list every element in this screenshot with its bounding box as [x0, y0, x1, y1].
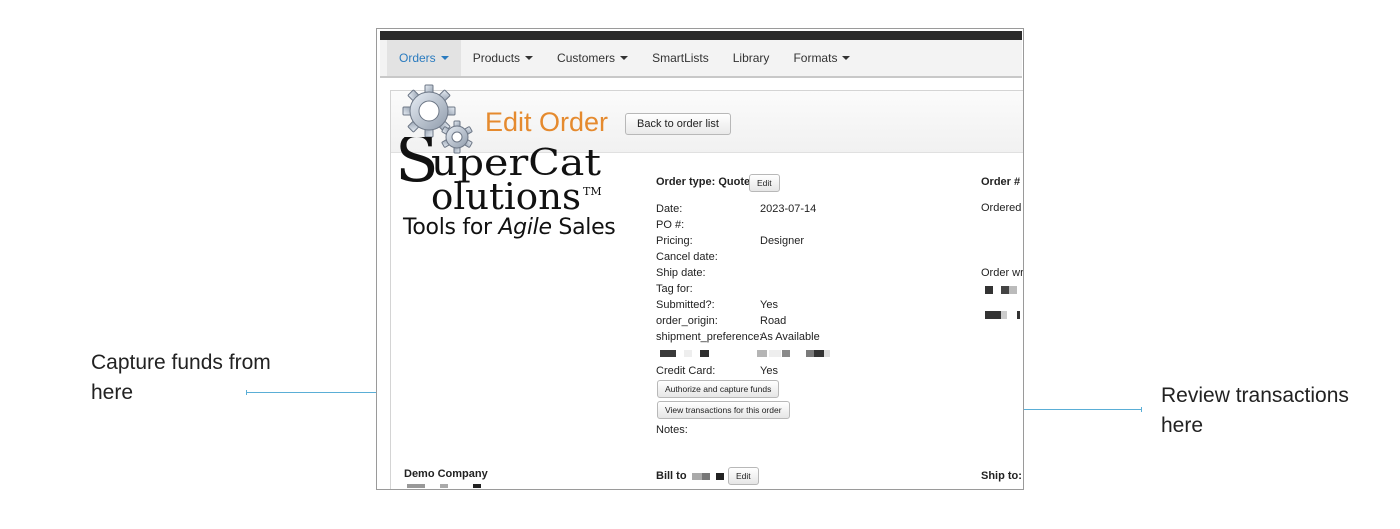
main-navbar: Orders Products Customers SmartLists Lib… — [380, 40, 1022, 78]
top-bar — [380, 31, 1022, 40]
order-type-label: Order type: Quote — [656, 176, 751, 188]
redacted-block — [985, 311, 1001, 319]
nav-products-label: Products — [472, 51, 521, 65]
callout-review-transactions: Review transactions here — [1161, 384, 1349, 437]
credit-card-value: Yes — [760, 365, 778, 377]
bill-to-edit-button[interactable]: Edit — [728, 467, 759, 485]
order-written-label: Order wr — [981, 267, 1024, 279]
redacted-block — [716, 473, 724, 480]
nav-customers-label: Customers — [557, 51, 616, 65]
chevron-down-icon — [440, 56, 449, 60]
field-label-pricing: Pricing: — [656, 235, 693, 247]
field-value-submitted: Yes — [760, 299, 778, 311]
redacted-block — [1001, 286, 1009, 294]
redacted-block — [692, 473, 702, 480]
nav-orders[interactable]: Orders — [387, 40, 461, 76]
nav-library-label: Library — [732, 51, 770, 65]
field-value-pricing: Designer — [760, 235, 805, 247]
nav-customers[interactable]: Customers — [545, 40, 640, 76]
redacted-block — [782, 350, 790, 357]
ship-to-label: Ship to: — [981, 470, 1022, 482]
supercat-logo: S uperCat olutions TM Tools for Agile Sa… — [395, 123, 616, 247]
logo-tagline-prefix: Tools for — [403, 215, 499, 240]
field-value-shipment-preference: As Available — [760, 331, 820, 343]
redacted-block — [1009, 286, 1017, 294]
bill-to-label: Bill to — [656, 470, 687, 482]
logo-tagline-suffix: Sales — [551, 215, 616, 240]
leader-tick-left — [246, 390, 247, 395]
back-to-order-list-button[interactable]: Back to order list — [625, 113, 731, 135]
field-label-shipment-preference: shipment_preference: — [656, 331, 763, 343]
redacted-block — [660, 350, 676, 357]
redacted-block — [985, 286, 993, 294]
redacted-block — [824, 350, 830, 357]
chevron-down-icon — [842, 56, 851, 60]
redacted-block — [1001, 311, 1007, 319]
company-name: Demo Company — [404, 468, 488, 480]
logo-trademark: TM — [583, 185, 602, 198]
order-type-edit-button[interactable]: Edit — [749, 174, 780, 192]
logo-tagline-emphasis: Agile — [498, 215, 552, 240]
view-transactions-button[interactable]: View transactions for this order — [657, 401, 790, 419]
credit-card-label: Credit Card: — [656, 365, 716, 377]
chevron-down-icon — [525, 56, 534, 60]
field-label-date: Date: — [656, 203, 683, 215]
redacted-block — [407, 484, 425, 488]
chevron-down-icon — [620, 56, 629, 60]
notes-label: Notes: — [656, 424, 688, 436]
field-label-ship-date: Ship date: — [656, 267, 706, 279]
svg-text:olutions: olutions — [431, 177, 581, 217]
nav-formats-label: Formats — [793, 51, 838, 65]
field-label-submitted: Submitted?: — [656, 299, 715, 311]
screenshot-frame: Orders Products Customers SmartLists Lib… — [376, 28, 1024, 490]
nav-formats[interactable]: Formats — [781, 40, 862, 76]
logo-wordmark: S uperCat olutions TM — [395, 123, 602, 218]
nav-smartlists-label: SmartLists — [652, 51, 709, 65]
ordered-label: Ordered — [981, 202, 1022, 214]
redacted-block — [684, 350, 692, 357]
field-label-order-origin: order_origin: — [656, 315, 718, 327]
field-label-cancel-date: Cancel date: — [656, 251, 718, 263]
field-label-po: PO #: — [656, 219, 685, 231]
field-value-date: 2023-07-14 — [760, 203, 817, 215]
redacted-block — [700, 350, 709, 357]
authorize-capture-funds-button[interactable]: Authorize and capture funds — [657, 380, 780, 398]
nav-products[interactable]: Products — [461, 40, 545, 76]
redacted-block — [473, 484, 481, 488]
page-title: Edit Order — [485, 107, 609, 137]
nav-library[interactable]: Library — [721, 40, 782, 76]
order-number-label: Order # — [981, 176, 1021, 188]
redacted-block — [702, 473, 710, 480]
nav-orders-label: Orders — [399, 51, 436, 65]
redacted-block — [757, 350, 767, 357]
redacted-block — [440, 484, 448, 488]
redacted-block — [814, 350, 824, 357]
callout-capture-funds: Capture funds from here — [91, 351, 271, 404]
nav-smartlists[interactable]: SmartLists — [640, 40, 721, 76]
leader-tick-right — [1141, 407, 1142, 412]
redacted-block — [1017, 311, 1020, 319]
field-label-tag-for: Tag for: — [656, 283, 693, 295]
field-value-order-origin: Road — [760, 315, 787, 327]
redacted-block — [806, 350, 814, 357]
logo-tagline: Tools for Agile Sales — [403, 215, 616, 240]
redacted-block — [769, 350, 781, 357]
